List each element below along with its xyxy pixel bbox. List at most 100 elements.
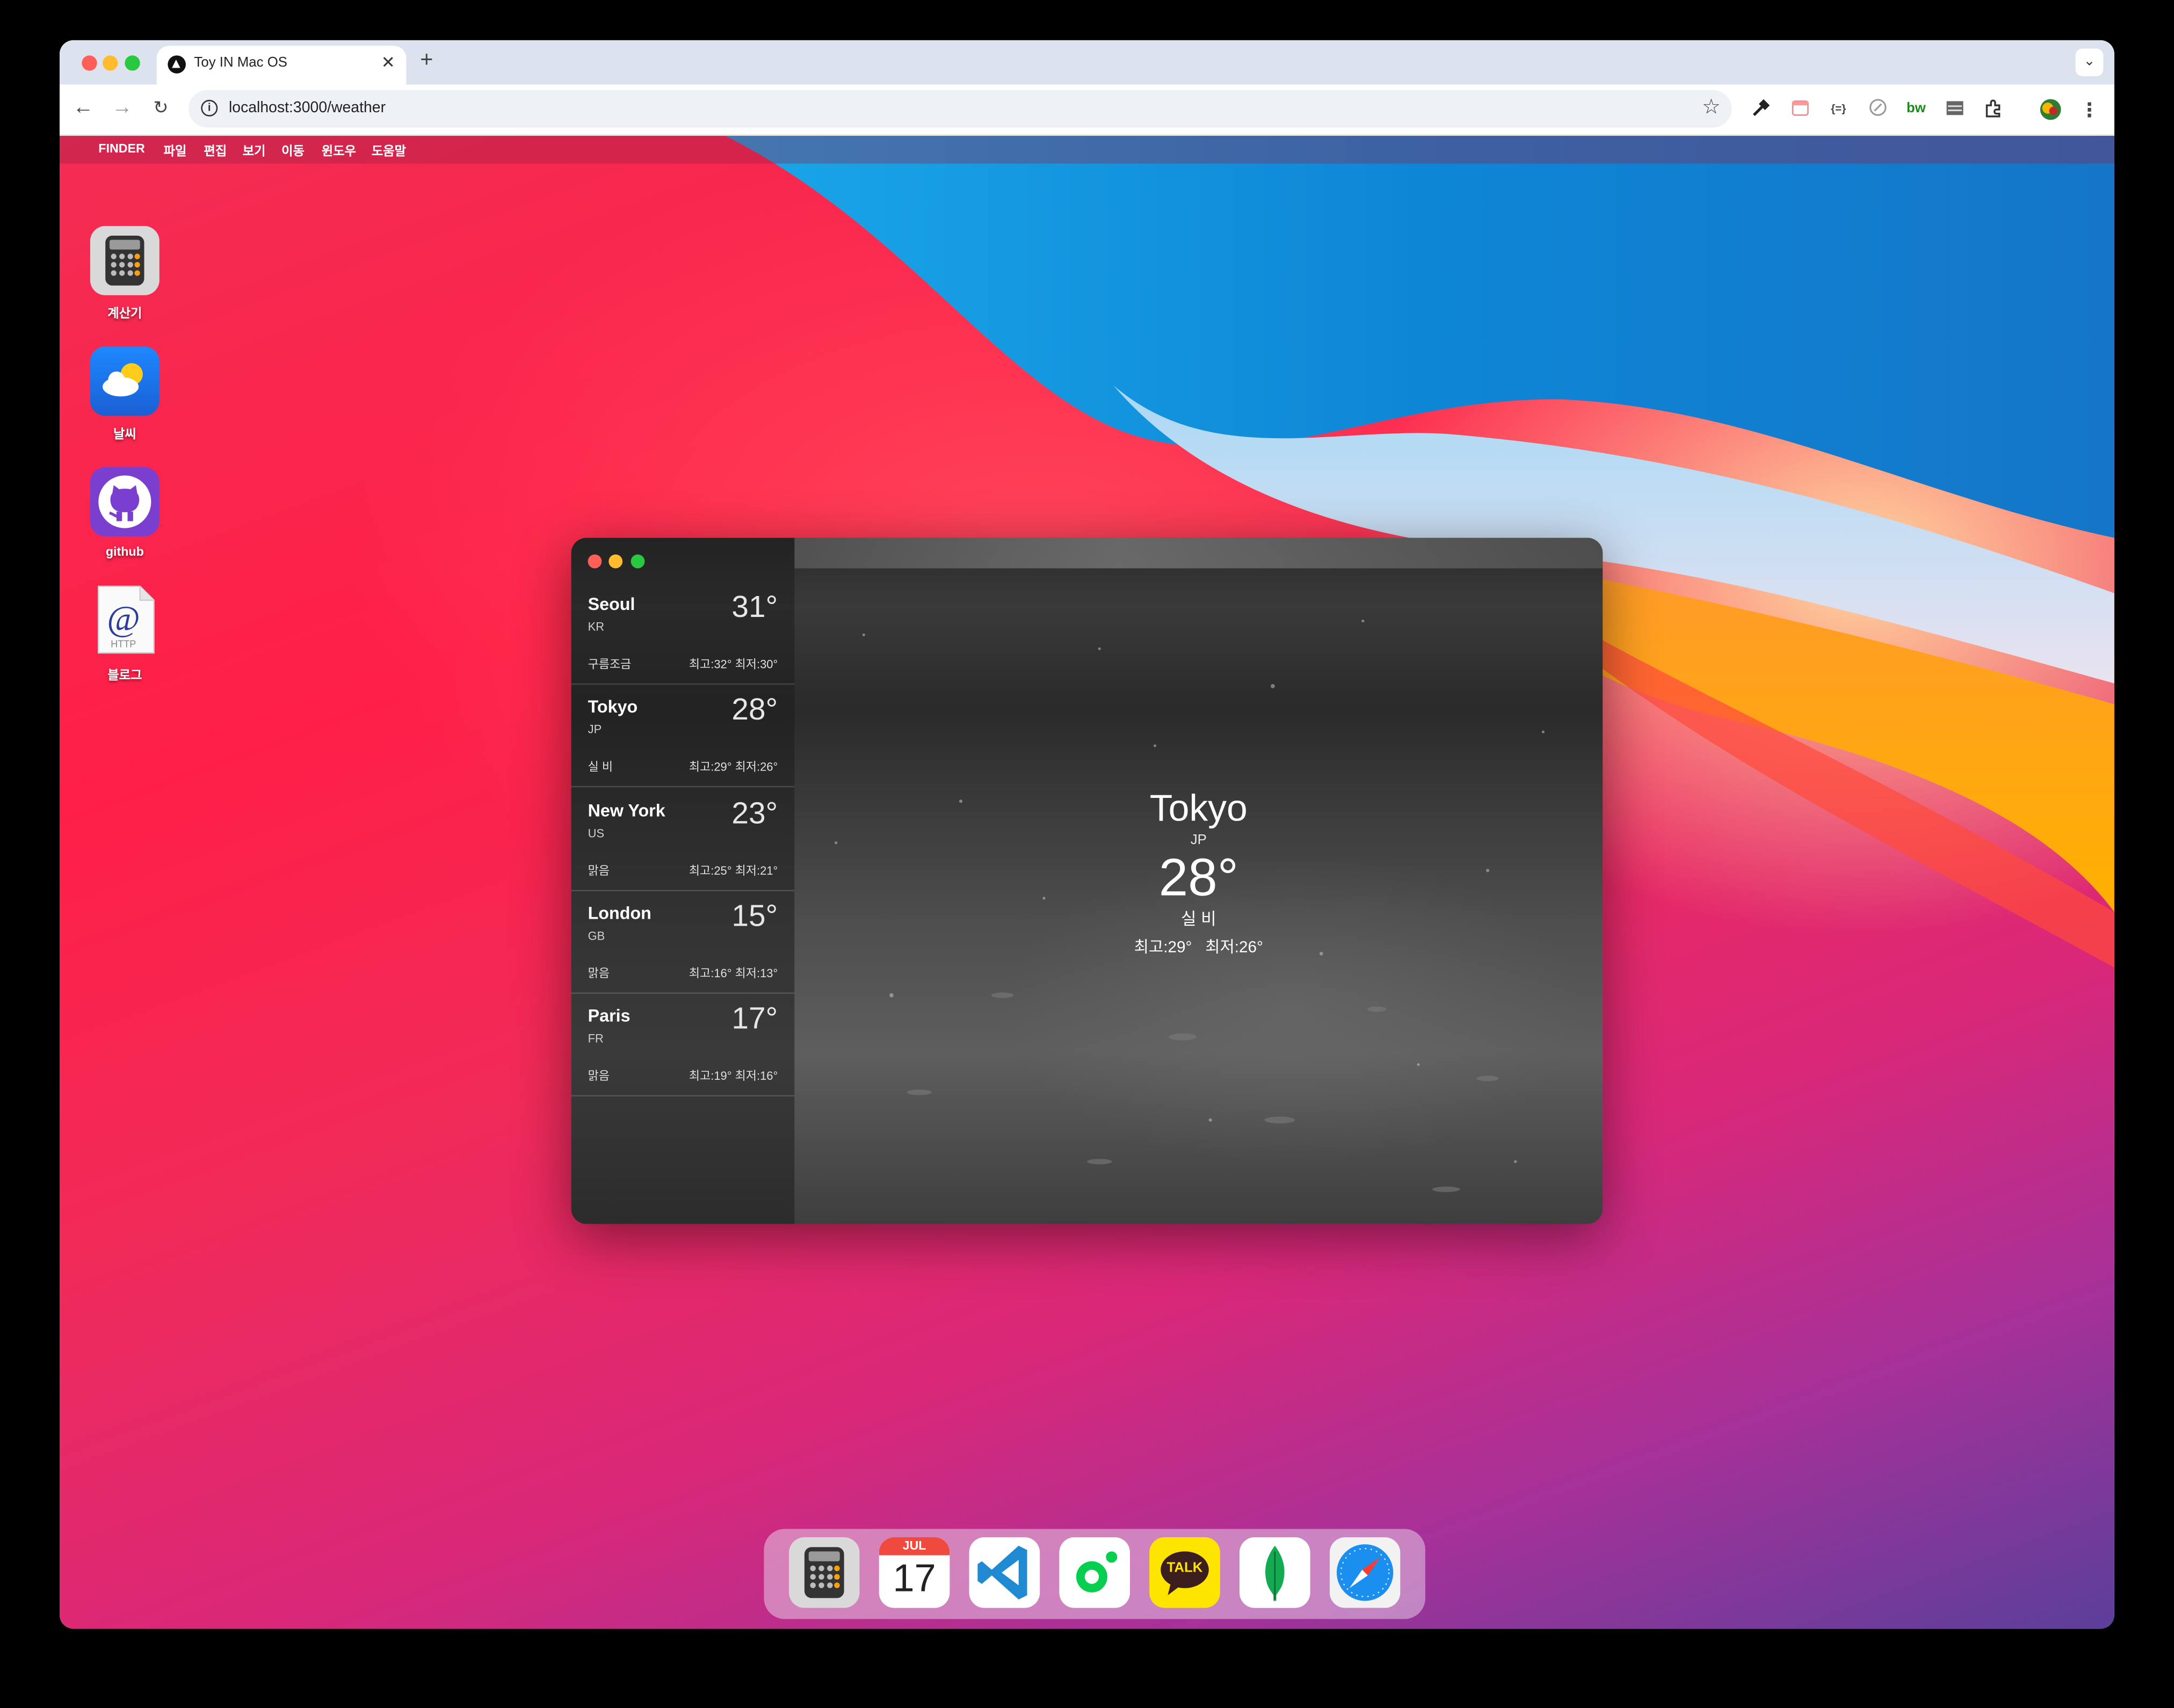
calendar-day: 17: [893, 1557, 936, 1600]
github-icon: [90, 467, 160, 537]
desktop: FINDER 파일 편집 보기 이동 윈도우 도움말 계산기 날씨 github…: [60, 135, 2114, 1629]
desktop-icon-label: 날씨: [113, 427, 136, 441]
tab-search-icon[interactable]: ⌄: [2075, 48, 2104, 76]
kakaotalk-label: TALK: [1166, 1560, 1203, 1576]
city-row-seoul[interactable]: Seoul KR 31° 구름조금 최고:32° 최저:30°: [571, 581, 795, 685]
city-temperature: 23°: [731, 795, 778, 831]
mac-menu-bar: FINDER 파일 편집 보기 이동 윈도우 도움말: [60, 135, 2114, 164]
menu-view[interactable]: 보기: [243, 141, 266, 159]
city-condition: 실 비: [588, 759, 613, 774]
city-temperature: 15°: [731, 898, 778, 933]
dock-safari[interactable]: [1329, 1537, 1401, 1608]
weather-icon: [90, 346, 160, 416]
selected-city-condition: 실 비: [1180, 909, 1216, 929]
eyedropper-extension-icon[interactable]: [1750, 98, 1772, 120]
city-high-low: 최고:19° 최저:16°: [689, 1069, 778, 1083]
city-name: London: [588, 904, 651, 924]
city-name: Seoul: [588, 594, 635, 614]
reload-icon[interactable]: ↻: [148, 97, 173, 119]
json-extension-icon[interactable]: {=}: [1828, 98, 1850, 120]
site-info-icon[interactable]: i: [201, 99, 218, 117]
url-text: localhost:3000/weather: [228, 99, 386, 117]
city-name: Paris: [588, 1006, 631, 1026]
city-high-low: 최고:29° 최저:26°: [689, 759, 778, 774]
city-name: Tokyo: [588, 697, 638, 717]
more-menu-icon[interactable]: ⋮: [2078, 98, 2100, 120]
http-icon: @ HTTP: [98, 585, 155, 654]
menu-window[interactable]: 윈도우: [322, 141, 356, 159]
city-country: GB: [588, 928, 605, 943]
profile-avatar[interactable]: [2040, 98, 2062, 120]
city-condition: 구름조금: [588, 657, 632, 671]
desktop-icon-label: 계산기: [107, 306, 142, 321]
new-tab-icon[interactable]: +: [420, 48, 433, 73]
menu-go[interactable]: 이동: [281, 141, 305, 159]
tab-strip: Toy IN Mac OS ✕ + ⌄: [60, 40, 2114, 85]
browser-tab[interactable]: Toy IN Mac OS ✕: [156, 46, 407, 85]
city-country: JP: [588, 722, 602, 736]
city-temperature: 17°: [731, 1000, 778, 1036]
close-window-button[interactable]: [82, 55, 97, 71]
city-high-low: 최고:32° 최저:30°: [689, 657, 778, 671]
city-country: KR: [588, 619, 605, 634]
selected-city-temperature: 28°: [1158, 849, 1238, 908]
menu-file[interactable]: 파일: [164, 141, 187, 159]
calculator-icon: [788, 1537, 860, 1608]
city-high-low: 최고:25° 최저:21°: [689, 863, 778, 878]
bw-extension-icon[interactable]: bw: [1905, 98, 1927, 120]
close-app-button[interactable]: [588, 554, 602, 569]
desktop-icon-weather[interactable]: 날씨: [90, 346, 160, 444]
selected-city-name: Tokyo: [1149, 787, 1248, 829]
desktop-icon-blog[interactable]: @ HTTP 블로그: [90, 584, 160, 682]
dock-vscode[interactable]: [969, 1537, 1040, 1608]
city-country: US: [588, 826, 605, 840]
dock-naver-band[interactable]: [1059, 1537, 1131, 1608]
site-favicon-icon: [168, 55, 186, 74]
dock-mongodb[interactable]: [1239, 1537, 1310, 1608]
bookmark-star-icon[interactable]: ☆: [1702, 95, 1721, 119]
close-tab-icon[interactable]: ✕: [381, 53, 395, 72]
minimize-window-button[interactable]: [103, 55, 118, 71]
city-row-tokyo[interactable]: Tokyo JP 28° 실 비 최고:29° 최저:26°: [571, 684, 795, 788]
forward-icon[interactable]: →: [110, 96, 134, 119]
city-row-paris[interactable]: Paris FR 17° 맑음 최고:19° 최저:16°: [571, 992, 795, 1097]
calculator-icon: [90, 226, 160, 295]
compass-extension-icon[interactable]: [1866, 98, 1888, 120]
city-list-sidebar: Seoul KR 31° 구름조금 최고:32° 최저:30° Tokyo JP…: [571, 537, 795, 1224]
naver-band-icon: [1076, 1551, 1118, 1593]
calendar-extension-icon[interactable]: [1788, 98, 1810, 120]
menu-edit[interactable]: 편집: [204, 141, 227, 159]
city-high-low: 최고:16° 최저:13°: [689, 966, 778, 980]
maximize-window-button[interactable]: [125, 55, 140, 71]
svg-text:@: @: [107, 599, 140, 639]
city-country: FR: [588, 1031, 604, 1045]
mongodb-icon: [1265, 1545, 1285, 1601]
city-temperature: 31°: [731, 589, 778, 624]
tab-title: Toy IN Mac OS: [194, 55, 288, 71]
desktop-icon-github[interactable]: github: [90, 467, 160, 564]
dock-calendar[interactable]: JUL 17: [879, 1537, 950, 1608]
menu-help[interactable]: 도움말: [372, 141, 406, 159]
extensions-puzzle-icon[interactable]: [1983, 98, 2005, 120]
desktop-icon-calculator[interactable]: 계산기: [90, 226, 160, 323]
screen: Toy IN Mac OS ✕ + ⌄ ← → ↻ i localhost:30…: [0, 0, 2174, 1708]
vscode-icon: [977, 1545, 1027, 1600]
browser-toolbar: ← → ↻ i localhost:3000/weather ☆ {=} bw: [60, 84, 2114, 136]
minimize-app-button[interactable]: [608, 554, 623, 569]
dock-calculator[interactable]: [788, 1537, 860, 1608]
city-row-new-york[interactable]: New York US 23° 맑음 최고:25° 최저:21°: [571, 787, 795, 891]
city-row-london[interactable]: London GB 15° 맑음 최고:16° 최저:13°: [571, 890, 795, 994]
maximize-app-button[interactable]: [631, 554, 645, 569]
selected-city-high-low: 최고:29° 최저:26°: [1134, 940, 1263, 957]
city-temperature: 28°: [731, 692, 778, 726]
city-name: New York: [588, 801, 665, 821]
city-condition: 맑음: [588, 863, 610, 878]
back-icon[interactable]: ←: [71, 96, 96, 119]
dock: JUL 17 TALK: [764, 1529, 1425, 1619]
calendar-month: JUL: [902, 1538, 926, 1553]
address-bar[interactable]: i localhost:3000/weather ☆: [189, 90, 1732, 128]
page-extension-icon[interactable]: [1944, 98, 1966, 120]
menu-finder[interactable]: FINDER: [98, 141, 144, 155]
dock-kakaotalk[interactable]: TALK: [1149, 1537, 1220, 1608]
browser-window: Toy IN Mac OS ✕ + ⌄ ← → ↻ i localhost:30…: [60, 40, 2114, 1629]
